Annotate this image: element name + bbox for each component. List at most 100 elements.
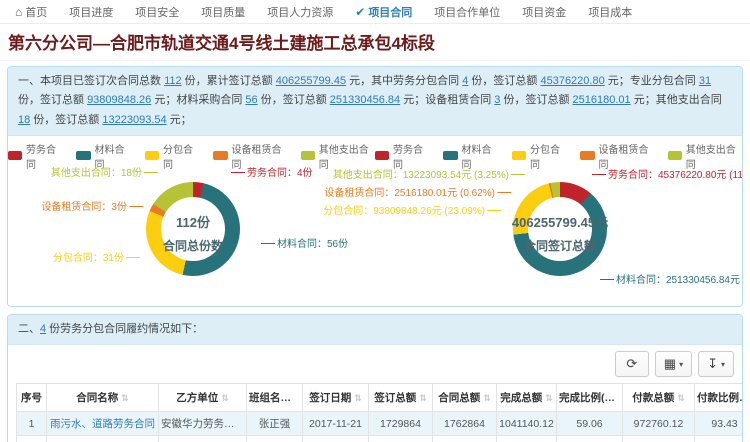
summary-text: 份，签订总额: [258, 94, 330, 106]
summary-stat-link[interactable]: 45376220.80: [540, 75, 604, 87]
app-root: ⌂首页项目进度 项目安全 项目质量 项目人力资源 ✔项目合同项目合作单位项目资金项目成本…: [0, 0, 750, 442]
label-connector-line: [497, 192, 511, 193]
slice-label-text: 设备租赁合同：3份: [41, 202, 127, 213]
cell: 28843455.28: [497, 436, 557, 442]
column-header-5[interactable]: 签订日期⇅: [303, 384, 369, 412]
summary-stat-link[interactable]: 18: [18, 114, 30, 126]
export-icon: ↧: [707, 356, 718, 372]
cell: 1762864: [433, 412, 497, 436]
sort-icon: ⇅: [121, 393, 129, 403]
nav-item-5[interactable]: 项目人力资源: [256, 4, 344, 20]
column-header-7[interactable]: 合同总额⇅: [433, 384, 497, 412]
table-row: 2主体及附属劳务合同安徽华力劳务有限公司王经磊2018-06-013258243…: [17, 436, 744, 442]
cell: 972760.12: [623, 412, 695, 436]
column-header-label: 签订总额: [374, 392, 416, 404]
column-header-label: 完成比例(%): [559, 392, 617, 404]
summary-stat-link[interactable]: 251330456.84: [330, 94, 400, 106]
column-header-10[interactable]: 付款总额⇅: [623, 384, 695, 412]
export-button[interactable]: ↧▾: [698, 351, 734, 377]
cell: 安徽华力劳务有限公司: [159, 412, 247, 436]
donut-ring[interactable]: [146, 182, 240, 276]
cell: 83.30: [695, 436, 744, 442]
columns-button[interactable]: ▦▾: [655, 351, 692, 377]
legend-label: 分包合同: [530, 141, 567, 171]
column-header-label: 付款总额: [632, 392, 674, 404]
column-header-2[interactable]: 合同名称⇅: [47, 384, 159, 412]
sort-icon: ⇅: [354, 393, 362, 403]
cell: 安徽华力劳务有限公司: [159, 436, 247, 442]
summary-text: 份，签订总额: [18, 94, 87, 106]
summary-text: 元；: [167, 114, 192, 126]
labor-contracts-panel: 二、4 份劳务分包合同履约情况如下： ⟳▦▾↧▾ 序号合同名称⇅乙方单位⇅班组名…: [7, 314, 743, 442]
slice-label-其他支出合同: 其他支出合同：13223093.54元 (3.25%): [333, 166, 527, 181]
nav-item-label: 项目成本: [588, 4, 632, 20]
column-header-label: 序号: [21, 392, 42, 404]
columns-icon: ▦: [664, 356, 676, 372]
column-header-6[interactable]: 签订总额⇅: [369, 384, 433, 412]
slice-label-text: 设备租赁合同：2516180.01元 (0.62%): [324, 188, 495, 199]
slice-label-text: 劳务合同：45376220.80元 (11.17%): [608, 170, 743, 181]
summary-stat-link[interactable]: 31: [699, 75, 711, 87]
summary-stat-link[interactable]: 112: [164, 75, 182, 87]
legend-swatch: [668, 151, 682, 160]
nav-item-1[interactable]: ⌂首页: [4, 4, 58, 20]
nav-item-7[interactable]: 项目合作单位: [423, 4, 511, 20]
contract-count-donut-chart: 劳务合同材料合同分包合同设备租赁合同其他支出合同112份合同总份数劳务合同：4份…: [8, 136, 375, 306]
column-header-label: 乙方单位: [176, 392, 218, 404]
summary-stat-link[interactable]: 2516180.01: [573, 94, 631, 106]
contract-name-link[interactable]: 雨污水、道路劳务合同: [50, 418, 155, 430]
summary-stat-link[interactable]: 56: [245, 94, 257, 106]
legend-label: 分包合同: [163, 141, 200, 171]
sort-icon: ⇅: [677, 393, 685, 403]
summary-stat-link[interactable]: 406255799.45: [276, 75, 346, 87]
nav-item-label: 项目质量: [201, 4, 245, 20]
label-connector-line: [600, 279, 614, 280]
column-header-3[interactable]: 乙方单位⇅: [159, 384, 247, 412]
cell: 32582438.4: [369, 436, 433, 442]
refresh-button[interactable]: ⟳: [615, 351, 649, 377]
label-connector-line: [592, 174, 606, 175]
nav-item-label: 项目进度: [69, 4, 113, 20]
table-toolbar: ⟳▦▾↧▾: [16, 351, 734, 377]
labor-section-title: 二、4 份劳务分包合同履约情况如下：: [8, 315, 742, 345]
column-header-11[interactable]: 付款比例(%)⇅: [695, 384, 744, 412]
donut-ring[interactable]: [513, 182, 607, 276]
labor-contracts-table: 序号合同名称⇅乙方单位⇅班组名称⇅签订日期⇅签订总额⇅合同总额⇅完成总额⇅完成比…: [16, 383, 743, 442]
nav-item-label: 项目人力资源: [267, 4, 333, 20]
column-header-4[interactable]: 班组名称⇅: [247, 384, 303, 412]
slice-label-text: 分包合同：93809848.26元 (23.09%): [323, 206, 485, 217]
cell: 1729864: [369, 412, 433, 436]
chevron-down-icon: ▾: [679, 360, 683, 369]
summary-text: 元；其他支出合同: [631, 94, 722, 106]
nav-item-8[interactable]: 项目资金: [511, 4, 577, 20]
contracts-overview-panel: 一、本项目已签订次合同总数 112 份，累计签订总额 406255799.45 …: [7, 66, 743, 307]
cell: 24026516.81: [623, 436, 695, 442]
summary-text: 份，累计签订总额: [182, 75, 276, 87]
legend-swatch: [580, 151, 594, 160]
nav-item-3[interactable]: 项目安全: [124, 4, 190, 20]
column-header-label: 合同总额: [438, 392, 480, 404]
nav-item-6[interactable]: ✔项目合同: [344, 4, 423, 20]
summary-stat-link[interactable]: 93809848.26: [87, 94, 151, 106]
column-header-8[interactable]: 完成总额⇅: [497, 384, 557, 412]
column-header-label: 付款比例(%): [697, 392, 743, 404]
nav-item-9[interactable]: 项目成本: [577, 4, 643, 20]
nav-item-2[interactable]: 项目进度: [58, 4, 124, 20]
label-connector-line: [144, 172, 158, 173]
summary-text: 份，签订总额: [468, 75, 540, 87]
label-connector-line: [511, 174, 525, 175]
table-header-row: 序号合同名称⇅乙方单位⇅班组名称⇅签订日期⇅签订总额⇅合同总额⇅完成总额⇅完成比…: [17, 384, 744, 412]
nav-item-4[interactable]: 项目质量: [190, 4, 256, 20]
summary-stat-link[interactable]: 13223093.54: [102, 114, 166, 126]
slice-label-设备租赁合同: 设备租赁合同：2516180.01元 (0.62%): [324, 184, 513, 199]
cell: 1: [17, 412, 47, 436]
charts-area: 劳务合同材料合同分包合同设备租赁合同其他支出合同112份合同总份数劳务合同：4份…: [8, 136, 742, 306]
cell: 59.06: [557, 412, 623, 436]
column-header-9[interactable]: 完成比例(%)⇅: [557, 384, 623, 412]
slice-label-分包合同: 分包合同：93809848.26元 (23.09%): [323, 202, 503, 217]
slice-label-材料合同: 材料合同：56份: [259, 235, 348, 250]
slice-label-text: 分包合同：31份: [53, 253, 124, 264]
nav-item-label: 项目安全: [135, 4, 179, 20]
cell: 主体及附属劳务合同: [47, 436, 159, 442]
nav-item-label: 项目合作单位: [434, 4, 500, 20]
